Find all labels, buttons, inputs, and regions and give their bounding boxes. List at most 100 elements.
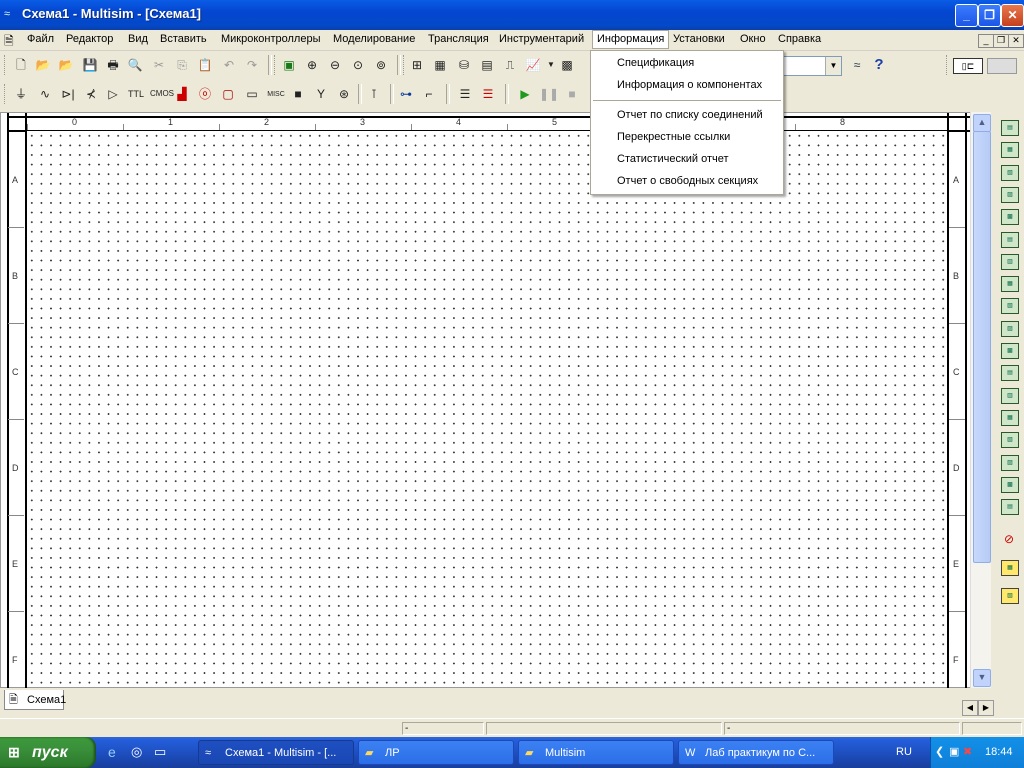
network-icon[interactable]: ▣ xyxy=(949,745,959,758)
wattmeter-icon[interactable]: ▧ xyxy=(1001,164,1019,181)
schematic-workspace[interactable]: 012345678 AABBCCDDEEFF xyxy=(0,112,980,708)
postprocessor-icon[interactable]: ⎍ xyxy=(501,56,519,74)
help-icon[interactable]: ? xyxy=(870,56,888,74)
component-wizard-icon[interactable]: ▤ xyxy=(478,56,496,74)
scroll-down-button[interactable]: ▼ xyxy=(973,669,991,687)
internet-explorer-icon[interactable]: e xyxy=(108,744,116,760)
zoom-out-icon[interactable]: ⊖ xyxy=(326,56,344,74)
open-icon[interactable]: 📂 xyxy=(34,56,52,74)
redo-icon[interactable]: ↷ xyxy=(243,56,261,74)
calculator-icon[interactable]: ▩ xyxy=(558,56,576,74)
print-icon[interactable]: 🖶 xyxy=(104,56,122,74)
hierarchical-block-icon[interactable]: ⊶ xyxy=(397,85,415,103)
document-icon[interactable]: 🗎 xyxy=(4,32,14,53)
distortion-analyzer-icon[interactable]: ▤ xyxy=(1001,365,1019,382)
undo-icon[interactable]: ↶ xyxy=(220,56,238,74)
zoom-in-icon[interactable]: ⊕ xyxy=(303,56,321,74)
function-generator-icon[interactable]: ▦ xyxy=(1001,142,1019,159)
child-restore-button[interactable]: ❐ xyxy=(993,34,1009,48)
menu-reports[interactable]: Информация xyxy=(592,30,670,49)
close-button[interactable]: ✕ xyxy=(1001,4,1024,27)
multimeter-icon[interactable]: ▤ xyxy=(1001,120,1019,136)
open-samples-icon[interactable]: 📂 xyxy=(57,56,75,74)
print-preview-icon[interactable]: 🔍 xyxy=(126,56,144,74)
menu-item-netlist-report[interactable]: Отчет по списку соединений xyxy=(617,109,763,121)
run-icon[interactable]: ▶ xyxy=(516,85,534,103)
grapher-icon[interactable]: 📈 xyxy=(524,56,542,74)
agilent-multimeter-icon[interactable]: ▨ xyxy=(1001,454,1019,471)
advanced-peripherals-icon[interactable]: ⓞ xyxy=(196,85,214,103)
menu-help[interactable]: Справка xyxy=(778,33,821,45)
ttl-icon[interactable]: TTL xyxy=(127,85,145,103)
labview-instrument-icon[interactable]: ▦ xyxy=(1001,560,1019,576)
stop-icon[interactable]: ■ xyxy=(563,85,581,103)
tab-scroll-left-button[interactable]: ◀ xyxy=(962,700,978,716)
child-minimize-button[interactable]: _ xyxy=(978,34,994,48)
electromechanical-icon[interactable]: ⊛ xyxy=(335,85,353,103)
bode-plotter-icon[interactable]: ▤ xyxy=(1001,231,1019,248)
spectrum-analyzer-icon[interactable]: ▥ xyxy=(1001,387,1019,404)
task-multisim-schema[interactable]: ≈ Схема1 - Multisim - [... xyxy=(198,740,354,765)
menu-microcontrollers[interactable]: Микроконтроллеры xyxy=(221,33,321,45)
oscilloscope-icon[interactable]: ▨ xyxy=(1001,186,1019,203)
misc-label[interactable]: MISC xyxy=(265,86,287,104)
menu-simulate[interactable]: Моделирование xyxy=(333,33,415,45)
menu-tools[interactable]: Инструментарий xyxy=(499,33,584,45)
frequency-counter-icon[interactable]: ▥ xyxy=(1001,253,1019,270)
scroll-thumb[interactable] xyxy=(973,131,991,563)
breadboard-icon[interactable]: ▯⊏ xyxy=(953,58,983,74)
in-use-list-dropdown[interactable]: ▼ xyxy=(782,56,842,76)
iv-analyzer-icon[interactable]: ▩ xyxy=(1001,343,1019,359)
menu-transfer[interactable]: Трансляция xyxy=(428,33,489,45)
menu-edit[interactable]: Редактор xyxy=(66,33,113,45)
education-website-icon[interactable]: ≈ xyxy=(848,56,866,74)
basic-icon[interactable]: ∿ xyxy=(36,85,54,103)
menu-item-bill-of-materials[interactable]: Спецификация xyxy=(617,57,694,69)
logic-converter-icon[interactable]: ▨ xyxy=(1001,320,1019,337)
netlist-icon[interactable]: ☰ xyxy=(479,85,497,103)
child-close-button[interactable]: ✕ xyxy=(1008,34,1024,48)
media-player-icon[interactable]: ◎ xyxy=(131,744,142,760)
paste-icon[interactable]: 📋 xyxy=(196,56,214,74)
new-icon[interactable]: 🗋 xyxy=(12,56,30,74)
task-word-document[interactable]: W Лаб практикум по С... xyxy=(678,740,834,765)
menu-view[interactable]: Вид xyxy=(128,33,148,45)
menu-item-spare-gates-report[interactable]: Отчет о свободных секциях xyxy=(617,175,758,187)
vertical-scrollbar[interactable]: ▲ ▼ xyxy=(970,112,991,688)
ladder-icon[interactable]: ⊺ xyxy=(365,85,383,103)
database-icon[interactable]: ⛁ xyxy=(455,56,473,74)
rf-icon[interactable]: Y xyxy=(312,85,330,103)
save-icon[interactable]: 💾 xyxy=(81,56,99,74)
chevron-down-icon[interactable]: ▼ xyxy=(825,57,841,75)
agilent-function-generator-icon[interactable]: ▧ xyxy=(1001,432,1019,449)
network-analyzer-icon[interactable]: ▦ xyxy=(1001,409,1019,426)
misc-digital-icon[interactable]: ▢ xyxy=(219,85,237,103)
menu-item-cross-reference[interactable]: Перекрестные ссылки xyxy=(617,131,730,143)
diode-icon[interactable]: ⊳| xyxy=(59,85,77,103)
zoom-fit-icon[interactable]: ⊚ xyxy=(372,56,390,74)
language-indicator[interactable]: RU xyxy=(896,746,912,758)
design-toolbox-icon[interactable]: ⊞ xyxy=(408,56,426,74)
toggle-icon[interactable] xyxy=(987,58,1017,74)
start-button[interactable]: ⊞ пуск xyxy=(0,737,96,768)
current-probe-icon[interactable]: ⊘ xyxy=(1001,532,1017,546)
minimize-button[interactable]: _ xyxy=(955,4,978,27)
task-folder-multisim[interactable]: ▰ Multisim xyxy=(518,740,674,765)
source-icon[interactable]: ⏚ xyxy=(12,85,30,103)
indicator-icon[interactable]: ■ xyxy=(289,85,307,103)
tab-scroll-right-button[interactable]: ▶ xyxy=(978,700,994,716)
schematic-sheet-grid[interactable] xyxy=(27,131,947,687)
cmos-icon[interactable]: CMOS xyxy=(150,85,174,103)
menu-insert[interactable]: Вставить xyxy=(160,33,207,45)
copy-icon[interactable]: ⎘ xyxy=(173,56,191,74)
menu-item-schematic-statistics[interactable]: Статистический отчет xyxy=(617,153,729,165)
mcu-icon[interactable]: ▟ xyxy=(173,85,191,103)
scroll-up-button[interactable]: ▲ xyxy=(973,114,991,132)
menu-window[interactable]: Окно xyxy=(740,33,766,45)
menu-options[interactable]: Установки xyxy=(673,33,725,45)
mixed-icon[interactable]: ▭ xyxy=(243,85,261,103)
logic-analyzer-icon[interactable]: ▧ xyxy=(1001,298,1019,315)
restore-button[interactable]: ❐ xyxy=(978,4,1001,27)
messenger-icon[interactable]: ▭ xyxy=(154,744,166,760)
measurement-probe-icon[interactable]: ▧ xyxy=(1001,588,1019,604)
